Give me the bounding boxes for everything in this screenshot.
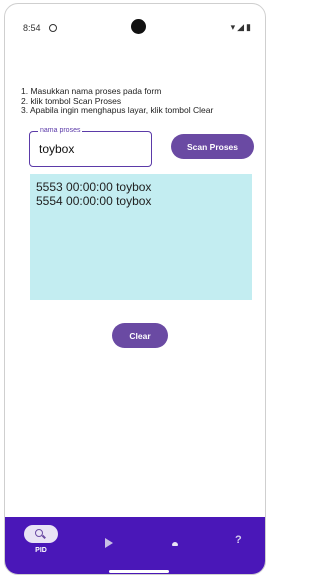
phone-screen: 8:54 ▾ ◢ ▮ 1. Masukkan nama proses pada … — [4, 3, 266, 575]
status-bar: 8:54 ▾ ◢ ▮ — [5, 4, 265, 44]
camera-cutout — [131, 19, 146, 34]
process-name-input[interactable] — [39, 141, 143, 157]
results-panel: 5553 00:00:00 toybox 5554 00:00:00 toybo… — [30, 174, 252, 300]
cloud-icon — [172, 542, 178, 546]
instruction-line: 3. Apabila ingin menghapus layar, klik t… — [21, 105, 214, 116]
nav-item-play[interactable] — [85, 517, 145, 574]
nav-item-label: PID — [35, 547, 47, 554]
nav-item-cloud[interactable] — [151, 517, 211, 574]
instructions: 1. Masukkan nama proses pada form 2. kli… — [21, 86, 214, 116]
play-icon — [105, 538, 113, 548]
process-name-label: nama proses — [38, 126, 83, 136]
wifi-icon: ▾ — [230, 22, 236, 32]
result-line: 5554 00:00:00 toybox — [36, 194, 152, 208]
nav-item-help[interactable]: ? — [213, 517, 265, 574]
alarm-icon — [49, 24, 57, 32]
bottom-navigation: PID ? — [5, 517, 265, 574]
scan-process-button[interactable]: Scan Proses — [171, 134, 254, 159]
process-name-field[interactable]: nama proses — [29, 126, 152, 167]
help-icon: ? — [235, 534, 242, 546]
search-icon — [35, 529, 43, 537]
result-line: 5553 00:00:00 toybox — [36, 180, 152, 194]
status-time: 8:54 — [23, 23, 41, 33]
battery-icon: ▮ — [246, 22, 251, 32]
status-icons: ▾ ◢ ▮ — [231, 22, 251, 32]
home-indicator[interactable] — [109, 570, 169, 573]
signal-icon: ◢ — [237, 22, 245, 32]
clear-button[interactable]: Clear — [112, 323, 168, 348]
nav-item-pid[interactable]: PID — [19, 517, 79, 574]
